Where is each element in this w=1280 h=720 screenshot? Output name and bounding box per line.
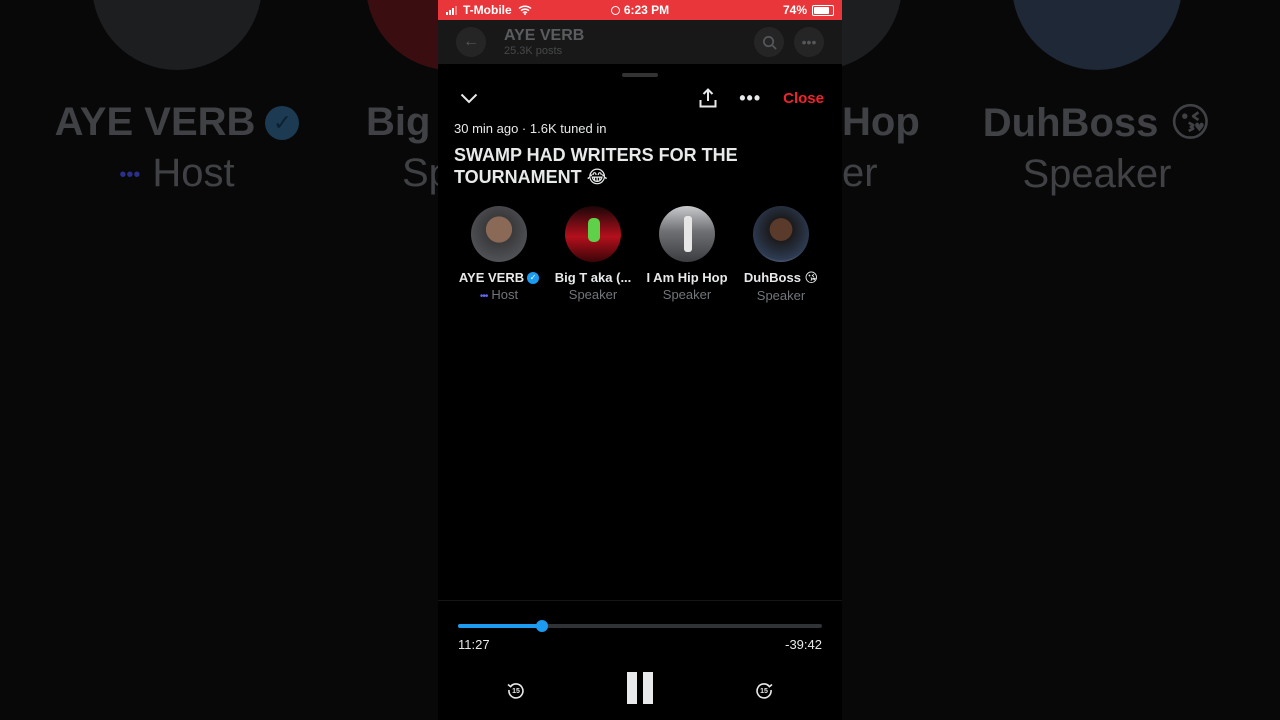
pause-icon (624, 672, 656, 704)
profile-name: AYE VERB (504, 27, 585, 45)
speaker-big-t[interactable]: Big T aka (... Speaker (546, 206, 640, 303)
forward-15-button[interactable]: 15 (752, 678, 776, 702)
search-button[interactable] (754, 27, 784, 57)
avatar (471, 206, 527, 262)
progress-fill (458, 624, 542, 628)
avatar (659, 206, 715, 262)
sheet-grabber[interactable] (622, 73, 658, 77)
carrier-name: T-Mobile (463, 3, 512, 17)
bg-avatar (92, 0, 262, 70)
speaker-aye-verb[interactable]: AYE VERB ✓ ••• Host (452, 206, 546, 303)
speaker-i-am-hip-hop[interactable]: I Am Hip Hop Speaker (640, 206, 734, 303)
space-sheet: ••• Close 30 min ago · 1.6K tuned in SWA… (438, 66, 842, 720)
cellular-signal-icon (446, 5, 457, 15)
bg-speaker-big-t: Big Sp (366, 0, 438, 196)
ellipsis-icon: ••• (801, 34, 817, 50)
divider (438, 600, 842, 601)
scrubber-handle[interactable] (535, 620, 548, 632)
elapsed-time: 11:27 (458, 637, 490, 652)
close-button[interactable]: Close (783, 90, 824, 107)
ellipsis-icon: ••• (739, 87, 762, 108)
minimize-button[interactable] (458, 87, 480, 109)
rewind-15-icon: 15 (507, 683, 524, 699)
speaker-duhboss[interactable]: DuhBoss 😘 Speaker (734, 206, 828, 303)
forward-15-icon: 15 (756, 683, 773, 699)
space-title: SWAMP HAD WRITERS FOR THE TOURNAMENT 😂 (454, 145, 738, 187)
svg-text:15: 15 (512, 688, 520, 695)
playback-controls: 15 15 (438, 670, 842, 710)
share-icon (699, 88, 717, 108)
pause-button[interactable] (624, 670, 656, 706)
bg-speaker-duhboss: DuhBoss 😘 Speaker (962, 0, 1232, 197)
battery-percent: 74% (782, 3, 807, 17)
host-dots-icon: ••• (479, 291, 488, 302)
share-button[interactable] (699, 88, 717, 108)
avatar (565, 206, 621, 262)
host-dots-icon: ••• (119, 163, 141, 186)
status-bar: T-Mobile 6:23 PM 74% (438, 0, 842, 20)
battery-icon (812, 4, 834, 16)
bg-speaker-aye-verb: AYE VERB ✓ ••• Host (52, 0, 302, 196)
profile-header: ← AYE VERB 25.3K posts ••• (438, 20, 842, 64)
back-button[interactable]: ← (456, 27, 486, 57)
rewind-15-button[interactable]: 15 (504, 678, 528, 702)
search-icon (762, 35, 777, 50)
bg-speaker-hip-hop: Hop er (842, 0, 932, 196)
screen-record-icon (610, 6, 620, 15)
playback-progress-bar[interactable] (458, 620, 822, 632)
chevron-down-icon (460, 93, 478, 103)
verified-badge-icon: ✓ (527, 271, 540, 284)
profile-more-button[interactable]: ••• (794, 27, 824, 57)
speaker-list: AYE VERB ✓ ••• Host Big T aka (... Speaker… (438, 206, 842, 303)
svg-text:15: 15 (760, 688, 768, 695)
phone-screen: T-Mobile 6:23 PM 74% ← AYE VERB 25.3K po… (438, 0, 842, 720)
wifi-icon (518, 5, 532, 15)
remaining-time: -39:42 (785, 637, 822, 652)
status-time: 6:23 PM (623, 3, 670, 17)
avatar (753, 206, 809, 262)
verified-badge-icon: ✓ (265, 105, 300, 140)
more-options-button[interactable]: ••• (739, 88, 761, 109)
space-meta: 30 min ago · 1.6K tuned in (454, 121, 607, 136)
profile-post-count: 25.3K posts (504, 44, 563, 57)
arrow-left-icon: ← (463, 33, 479, 50)
